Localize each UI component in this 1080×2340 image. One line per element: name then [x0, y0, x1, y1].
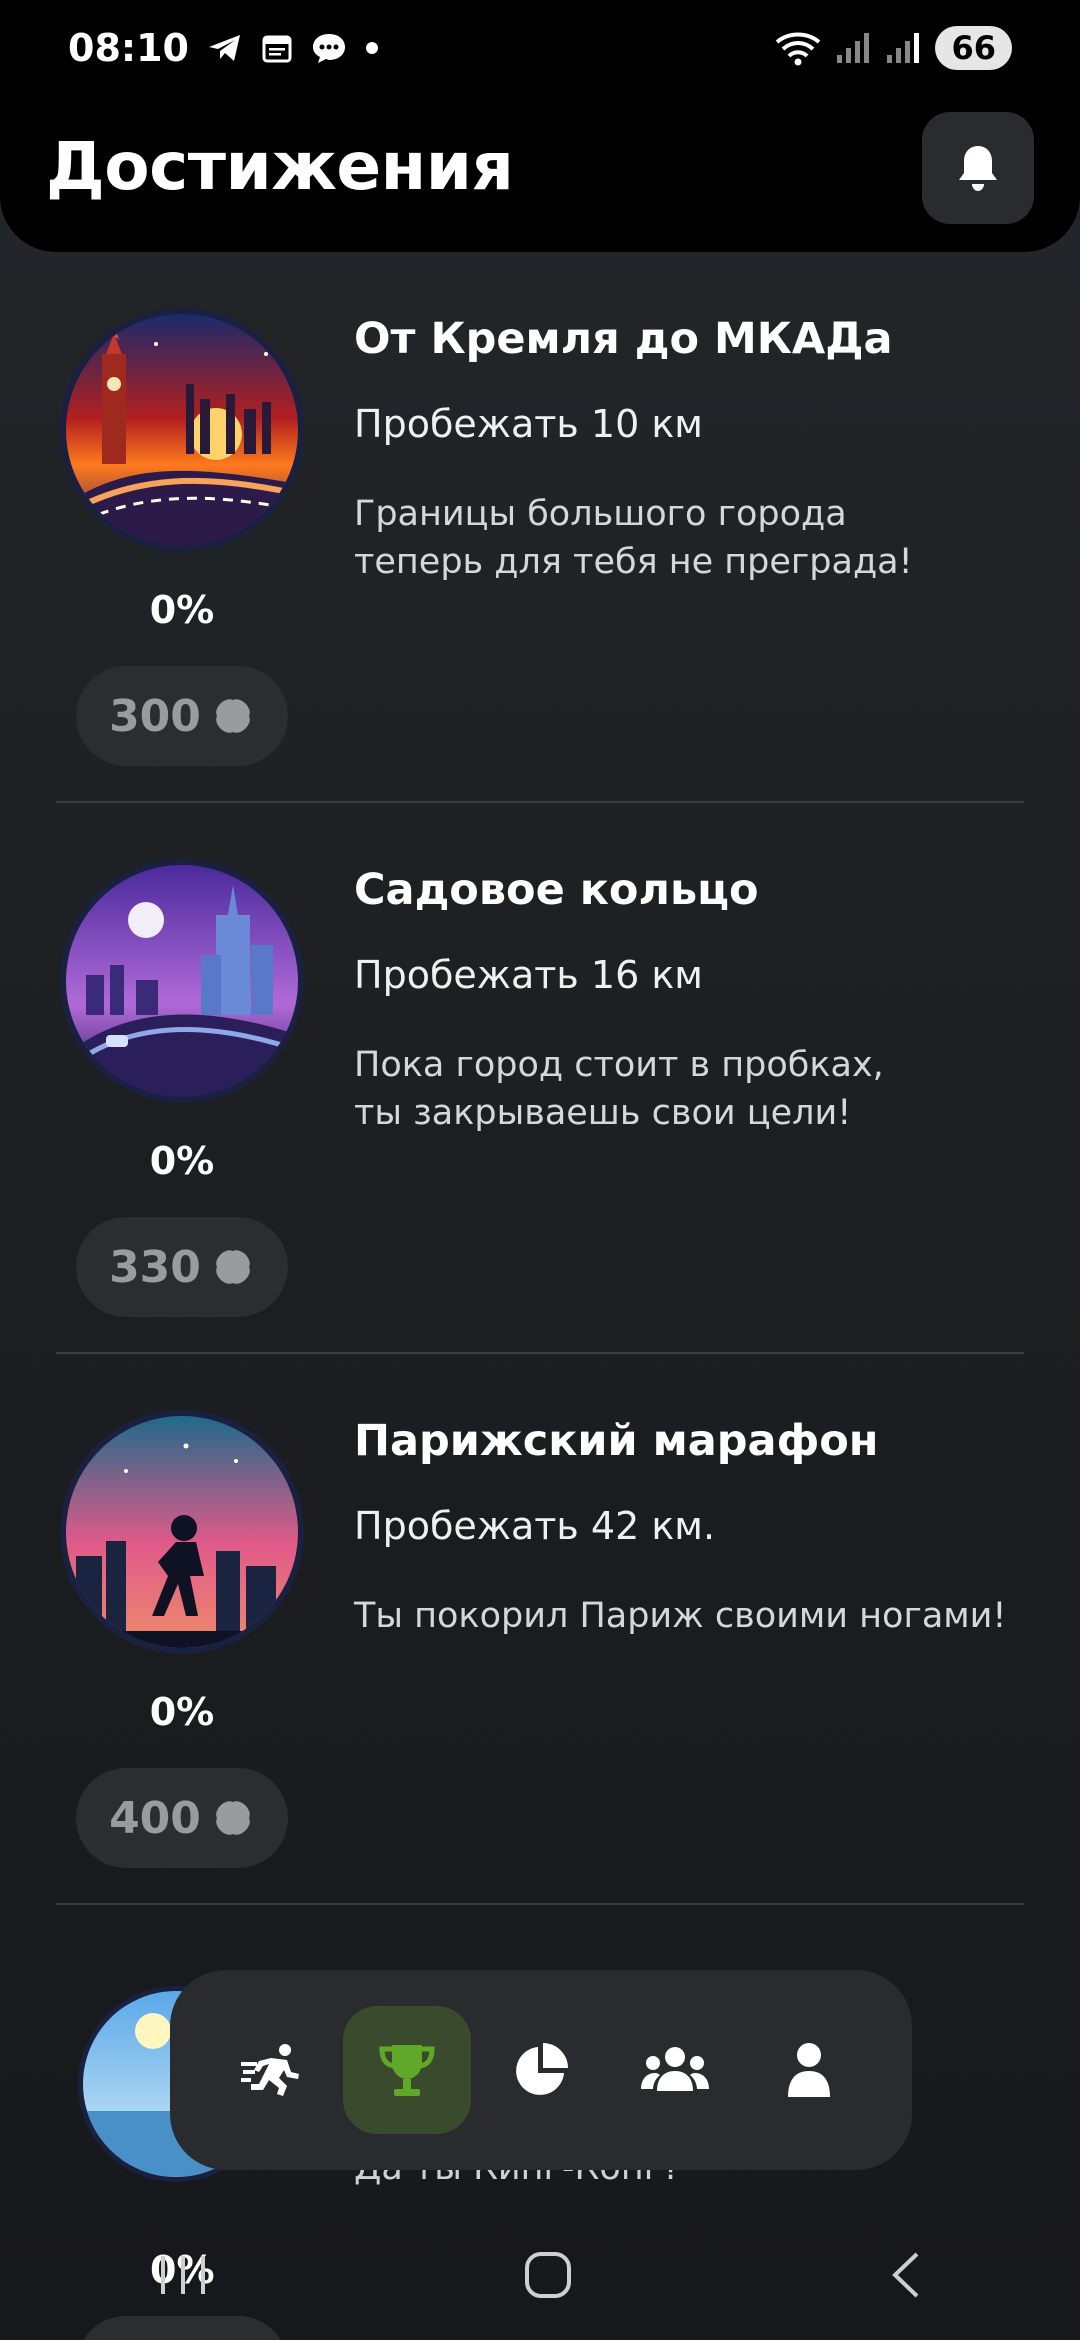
achievement-title: От Кремля до МКАДа — [354, 314, 893, 364]
reward-amount: 400 — [109, 1792, 201, 1844]
divider — [56, 1903, 1024, 1905]
calendar-icon — [261, 32, 293, 64]
message-icon — [311, 31, 347, 65]
coin-icon — [216, 1801, 250, 1835]
back-button[interactable] — [887, 2250, 923, 2304]
signal-icon — [835, 31, 871, 65]
home-button[interactable] — [523, 2250, 573, 2304]
tab-community[interactable] — [611, 2006, 739, 2134]
achievement-progress: 0% — [149, 1139, 215, 1183]
dot-icon — [365, 41, 379, 55]
achievement-progress: 0% — [149, 588, 215, 632]
achievement-progress: 0% — [149, 1690, 215, 1734]
app-header: 08:10 66 Достижения — [0, 0, 1080, 252]
achievement-card[interactable]: 0% 300 От Кремля до МКАДа Пробежать 10 к… — [0, 252, 1080, 803]
achievement-card[interactable]: 0% 400 Парижский марафон Пробежать 42 км… — [0, 1354, 1080, 1905]
coin-icon — [216, 1250, 250, 1284]
reward-amount: 330 — [109, 1241, 201, 1293]
reward-amount: 300 — [109, 690, 201, 742]
wifi-icon — [775, 30, 821, 66]
home-icon — [525, 2252, 571, 2298]
reward-pill: 330 — [76, 1217, 288, 1317]
tab-running[interactable] — [209, 2006, 337, 2134]
status-bar: 08:10 66 — [0, 0, 1080, 96]
running-icon — [241, 2044, 299, 2096]
achievements-list: 0% 300 От Кремля до МКАДа Пробежать 10 к… — [0, 252, 1080, 1905]
achievement-title: Садовое кольцо — [354, 865, 759, 915]
achievement-goal: Пробежать 16 км — [354, 953, 703, 997]
coin-icon — [216, 699, 250, 733]
status-time: 08:10 — [68, 26, 189, 70]
achievement-card[interactable]: 0% 330 Садовое кольцо Пробежать 16 км По… — [0, 803, 1080, 1354]
achievement-goal: Пробежать 42 км. — [354, 1504, 716, 1548]
achievement-badge-kremlin — [60, 308, 304, 552]
achievement-description: Пока город стоит в пробках, ты закрываеш… — [354, 1045, 884, 1133]
tab-profile[interactable] — [745, 2006, 873, 2134]
trophy-icon — [379, 2045, 435, 2096]
reward-pill: 300 — [76, 666, 288, 766]
system-navigation-bar — [0, 2214, 1080, 2340]
telegram-icon — [207, 32, 243, 64]
group-icon — [641, 2047, 709, 2091]
recent-apps-icon — [161, 2256, 205, 2294]
signal-roaming-icon — [885, 31, 921, 65]
achievement-badge-paris-marathon — [60, 1410, 304, 1654]
tab-achievements[interactable] — [343, 2006, 471, 2134]
back-icon — [892, 2252, 919, 2298]
pie-chart-icon — [516, 2043, 568, 2095]
recent-apps-button[interactable] — [157, 2252, 209, 2302]
page-title: Достижения — [46, 128, 514, 205]
achievement-badge-garden-ring — [60, 859, 304, 1103]
achievement-description: Границы большого города теперь для тебя … — [354, 494, 913, 582]
achievement-description: Ты покорил Париж своими ногами! — [354, 1596, 1007, 1636]
notifications-button[interactable] — [922, 112, 1034, 224]
reward-pill: 400 — [76, 1768, 288, 1868]
profile-icon — [788, 2043, 830, 2097]
achievement-goal: Пробежать 10 км — [354, 402, 703, 446]
bell-icon — [959, 146, 997, 191]
tab-statistics[interactable] — [477, 2006, 605, 2134]
achievement-title: Парижский марафон — [354, 1416, 879, 1466]
bottom-tab-bar — [170, 1970, 912, 2170]
battery-indicator: 66 — [935, 26, 1012, 70]
